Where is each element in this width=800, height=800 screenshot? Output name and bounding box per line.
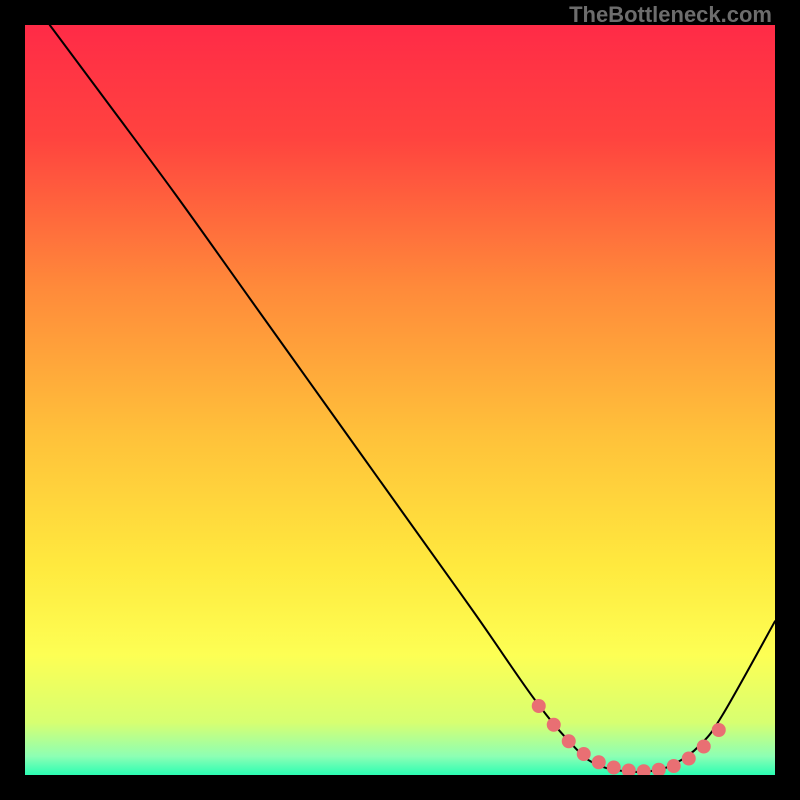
chart-svg	[25, 25, 775, 775]
optimal-zone-dot	[532, 699, 546, 713]
optimal-zone-dot	[667, 759, 681, 773]
optimal-zone-dot	[592, 755, 606, 769]
optimal-zone-dot	[547, 718, 561, 732]
optimal-zone-dot	[562, 734, 576, 748]
optimal-zone-dot	[697, 740, 711, 754]
chart-plot-area	[25, 25, 775, 775]
optimal-zone-dot	[607, 761, 621, 775]
optimal-zone-dot	[712, 723, 726, 737]
gradient-background	[25, 25, 775, 775]
optimal-zone-dot	[577, 747, 591, 761]
optimal-zone-dot	[682, 752, 696, 766]
watermark-text: TheBottleneck.com	[569, 2, 772, 28]
